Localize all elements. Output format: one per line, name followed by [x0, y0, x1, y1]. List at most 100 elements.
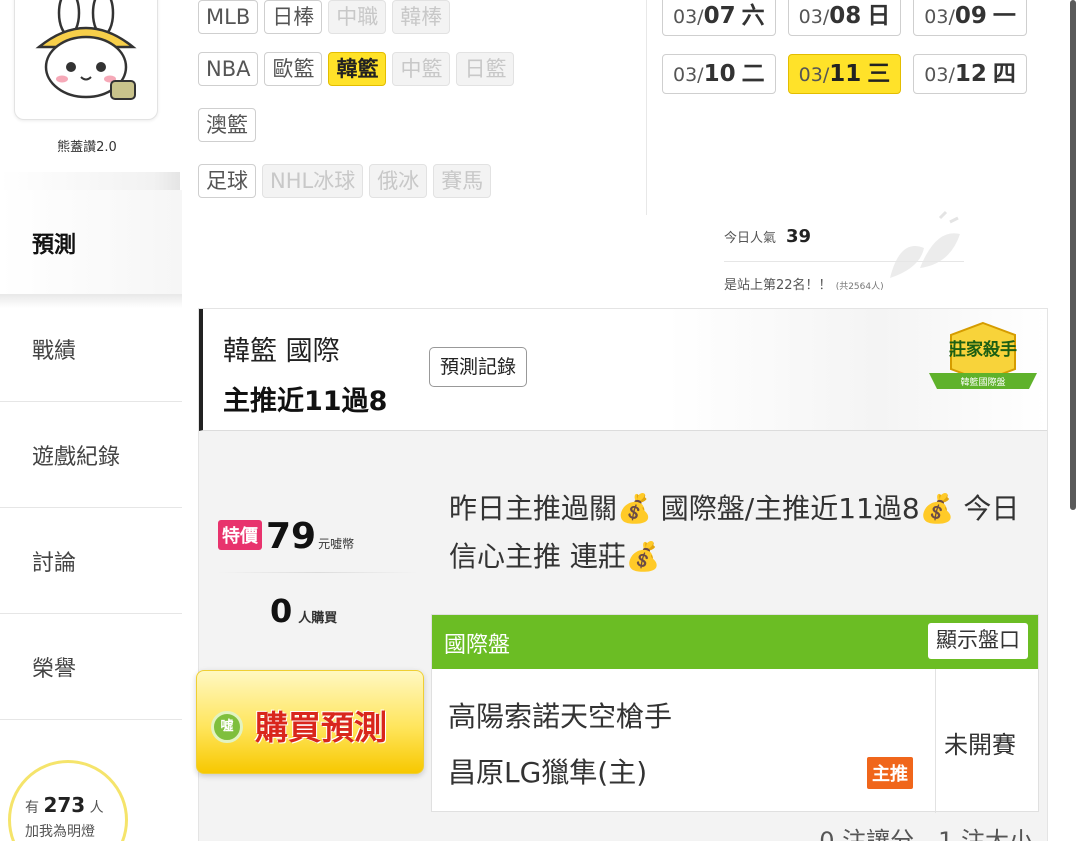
league-filter-row-2: NBA 歐籃 韓籃 中籃 日籃 — [198, 52, 515, 86]
nav-item-label: 榮譽 — [32, 656, 77, 682]
left-sidebar: 熊蓋讚2.0 預測 戰績 遊戲紀錄 討論 榮譽 有 273 人 加我為明燈 — [0, 0, 190, 841]
banker-killer-badge-icon: 莊家殺手 韓籃國際盤 — [929, 321, 1037, 389]
league-filter-row-3: 澳籃 — [198, 108, 256, 142]
date-day: 09 — [954, 3, 987, 29]
league-filter-row-4: 足球 NHL冰球 俄冰 賽馬 — [198, 164, 492, 198]
fans-count-line: 有 273 人 — [25, 793, 104, 817]
league-chip-nba[interactable]: NBA — [198, 52, 259, 86]
rank-total: (共2564人) — [835, 282, 884, 292]
fans-follow-label: 加我為明燈 — [25, 824, 95, 840]
date-month: 03/ — [924, 64, 955, 86]
popularity-divider — [724, 261, 964, 262]
nav-item-record[interactable]: 戰績 — [0, 296, 182, 402]
nav-item-predict[interactable]: 預測 — [0, 190, 182, 295]
league-chip-aus-basketball[interactable]: 澳籃 — [198, 108, 256, 142]
svg-text:莊家殺手: 莊家殺手 — [949, 339, 1017, 360]
date-day: 07 — [703, 3, 736, 29]
fans-counter[interactable]: 有 273 人 加我為明燈 — [8, 760, 128, 841]
league-chip-china-basketball: 中籃 — [392, 52, 451, 86]
scrollbar[interactable] — [1070, 0, 1076, 510]
league-chip-mlb[interactable]: MLB — [198, 0, 259, 34]
buyer-unit: 人購買 — [298, 611, 338, 626]
league-chip-khl: 俄冰 — [369, 164, 428, 198]
page: 熊蓋讚2.0 預測 戰績 遊戲紀錄 討論 榮譽 有 273 人 加我為明燈 ML — [0, 0, 1080, 841]
date-weekday: 日 — [867, 3, 891, 29]
filter-date-divider — [646, 0, 647, 215]
rank-text: 是站上第22名！！ — [724, 278, 832, 293]
fans-prefix: 有 — [25, 800, 39, 816]
date-weekday: 六 — [741, 3, 765, 29]
date-month: 03/ — [798, 6, 830, 28]
price-divider — [218, 572, 418, 573]
price-unit: 元噓幣 — [318, 537, 355, 551]
main-pick-tag: 主推 — [867, 757, 913, 789]
user-nickname: 熊蓋讚2.0 — [57, 140, 117, 155]
nav-item-label: 預測 — [32, 232, 77, 258]
league-chip-japan-basketball: 日籃 — [456, 52, 515, 86]
market-header: 國際盤 顯示盤口 — [432, 615, 1038, 669]
popularity-label: 今日人氣 — [724, 231, 777, 246]
game-status: 未開賽 — [944, 731, 1016, 759]
league-filter-row-1: MLB 日棒 中職 韓棒 — [198, 0, 451, 34]
date-day: 12 — [954, 61, 987, 87]
league-chip-cpbl: 中職 — [328, 0, 387, 34]
bunny-avatar-icon — [35, 0, 137, 100]
nav-item-discussion[interactable]: 討論 — [0, 508, 182, 614]
date-month: 03/ — [673, 6, 704, 28]
date-day: 08 — [829, 3, 862, 29]
date-chip[interactable]: 03/09 一 — [913, 0, 1027, 36]
date-day: 11 — [829, 61, 862, 87]
league-chip-nhl: NHL冰球 — [262, 164, 364, 198]
date-month: 03/ — [924, 6, 955, 28]
league-chip-npb[interactable]: 日棒 — [264, 0, 323, 34]
card-divider — [935, 669, 936, 813]
league-chip-euro-basketball[interactable]: 歐籃 — [264, 52, 323, 86]
special-price-badge: 特價 — [218, 520, 262, 550]
show-odds-button[interactable]: 顯示盤口 — [928, 623, 1028, 659]
nav-item-game-log[interactable]: 遊戲紀錄 — [0, 402, 182, 508]
date-day: 10 — [703, 61, 736, 87]
buy-button-label: 購買預測 — [255, 708, 387, 747]
avatar[interactable] — [14, 0, 158, 120]
date-month: 03/ — [798, 64, 830, 86]
price-row: 特價 79 元噓幣 — [218, 516, 354, 557]
date-weekday: 二 — [741, 61, 765, 87]
nav-item-label: 遊戲紀錄 — [32, 444, 121, 470]
date-month: 03/ — [673, 64, 704, 86]
price-column: 特價 79 元噓幣 0 人購買 噓 購買預測 — [196, 432, 424, 841]
market-title: 國際盤 — [444, 633, 511, 658]
buy-prediction-button[interactable]: 噓 購買預測 — [196, 670, 424, 774]
fans-count: 273 — [43, 793, 86, 817]
popularity-value: 39 — [786, 226, 812, 247]
nav-item-honor[interactable]: 榮譽 — [0, 614, 182, 720]
nav-item-label: 討論 — [32, 550, 77, 576]
prediction-description: 昨日主推過關💰 國際盤/主推近11過8💰 今日信心主推 連莊💰 — [449, 492, 1020, 573]
date-weekday: 四 — [992, 61, 1016, 87]
date-weekday: 一 — [992, 3, 1016, 29]
panel-header: 韓籃 國際 主推近11過8 預測記錄 莊家殺手 韓籃國際盤 — [199, 309, 1047, 431]
nav-item-label: 戰績 — [32, 338, 77, 364]
date-weekday: 三 — [867, 61, 891, 87]
nickname-divider — [0, 172, 180, 190]
buyer-count: 0 人購買 — [270, 592, 337, 630]
panel-title: 韓籃 國際 — [223, 336, 340, 367]
league-chip-korea-basketball[interactable]: 韓籃 — [328, 52, 387, 86]
date-chip[interactable]: 03/12 四 — [913, 54, 1027, 94]
date-chip[interactable]: 03/10 二 — [662, 54, 776, 94]
date-chip[interactable]: 03/07 六 — [662, 0, 776, 36]
daily-popularity: 今日人氣 39 — [724, 226, 811, 247]
svg-text:韓籃國際盤: 韓籃國際盤 — [960, 376, 1005, 388]
game-card: 國際盤 顯示盤口 高陽索諾天空槍手 昌原LG獵隼(主) 主推 未開賽 — [431, 614, 1039, 813]
date-row-2: 03/10 二 03/11 三 03/12 四 — [662, 54, 1027, 94]
buyer-number: 0 — [270, 592, 293, 630]
bet-summary: 0 注讓分、1 注大小 — [819, 827, 1033, 841]
bird-watermark-icon — [890, 210, 960, 278]
date-chip[interactable]: 03/08 日 — [787, 0, 902, 36]
home-team: 昌原LG獵隼(主) — [448, 756, 648, 789]
league-chip-horse-racing: 賽馬 — [433, 164, 492, 198]
panel-subtitle: 主推近11過8 — [223, 386, 388, 417]
league-chip-soccer[interactable]: 足球 — [198, 164, 256, 198]
league-chip-kbo: 韓棒 — [392, 0, 451, 34]
prediction-record-button[interactable]: 預測記錄 — [429, 347, 528, 387]
date-chip-selected[interactable]: 03/11 三 — [787, 54, 902, 94]
